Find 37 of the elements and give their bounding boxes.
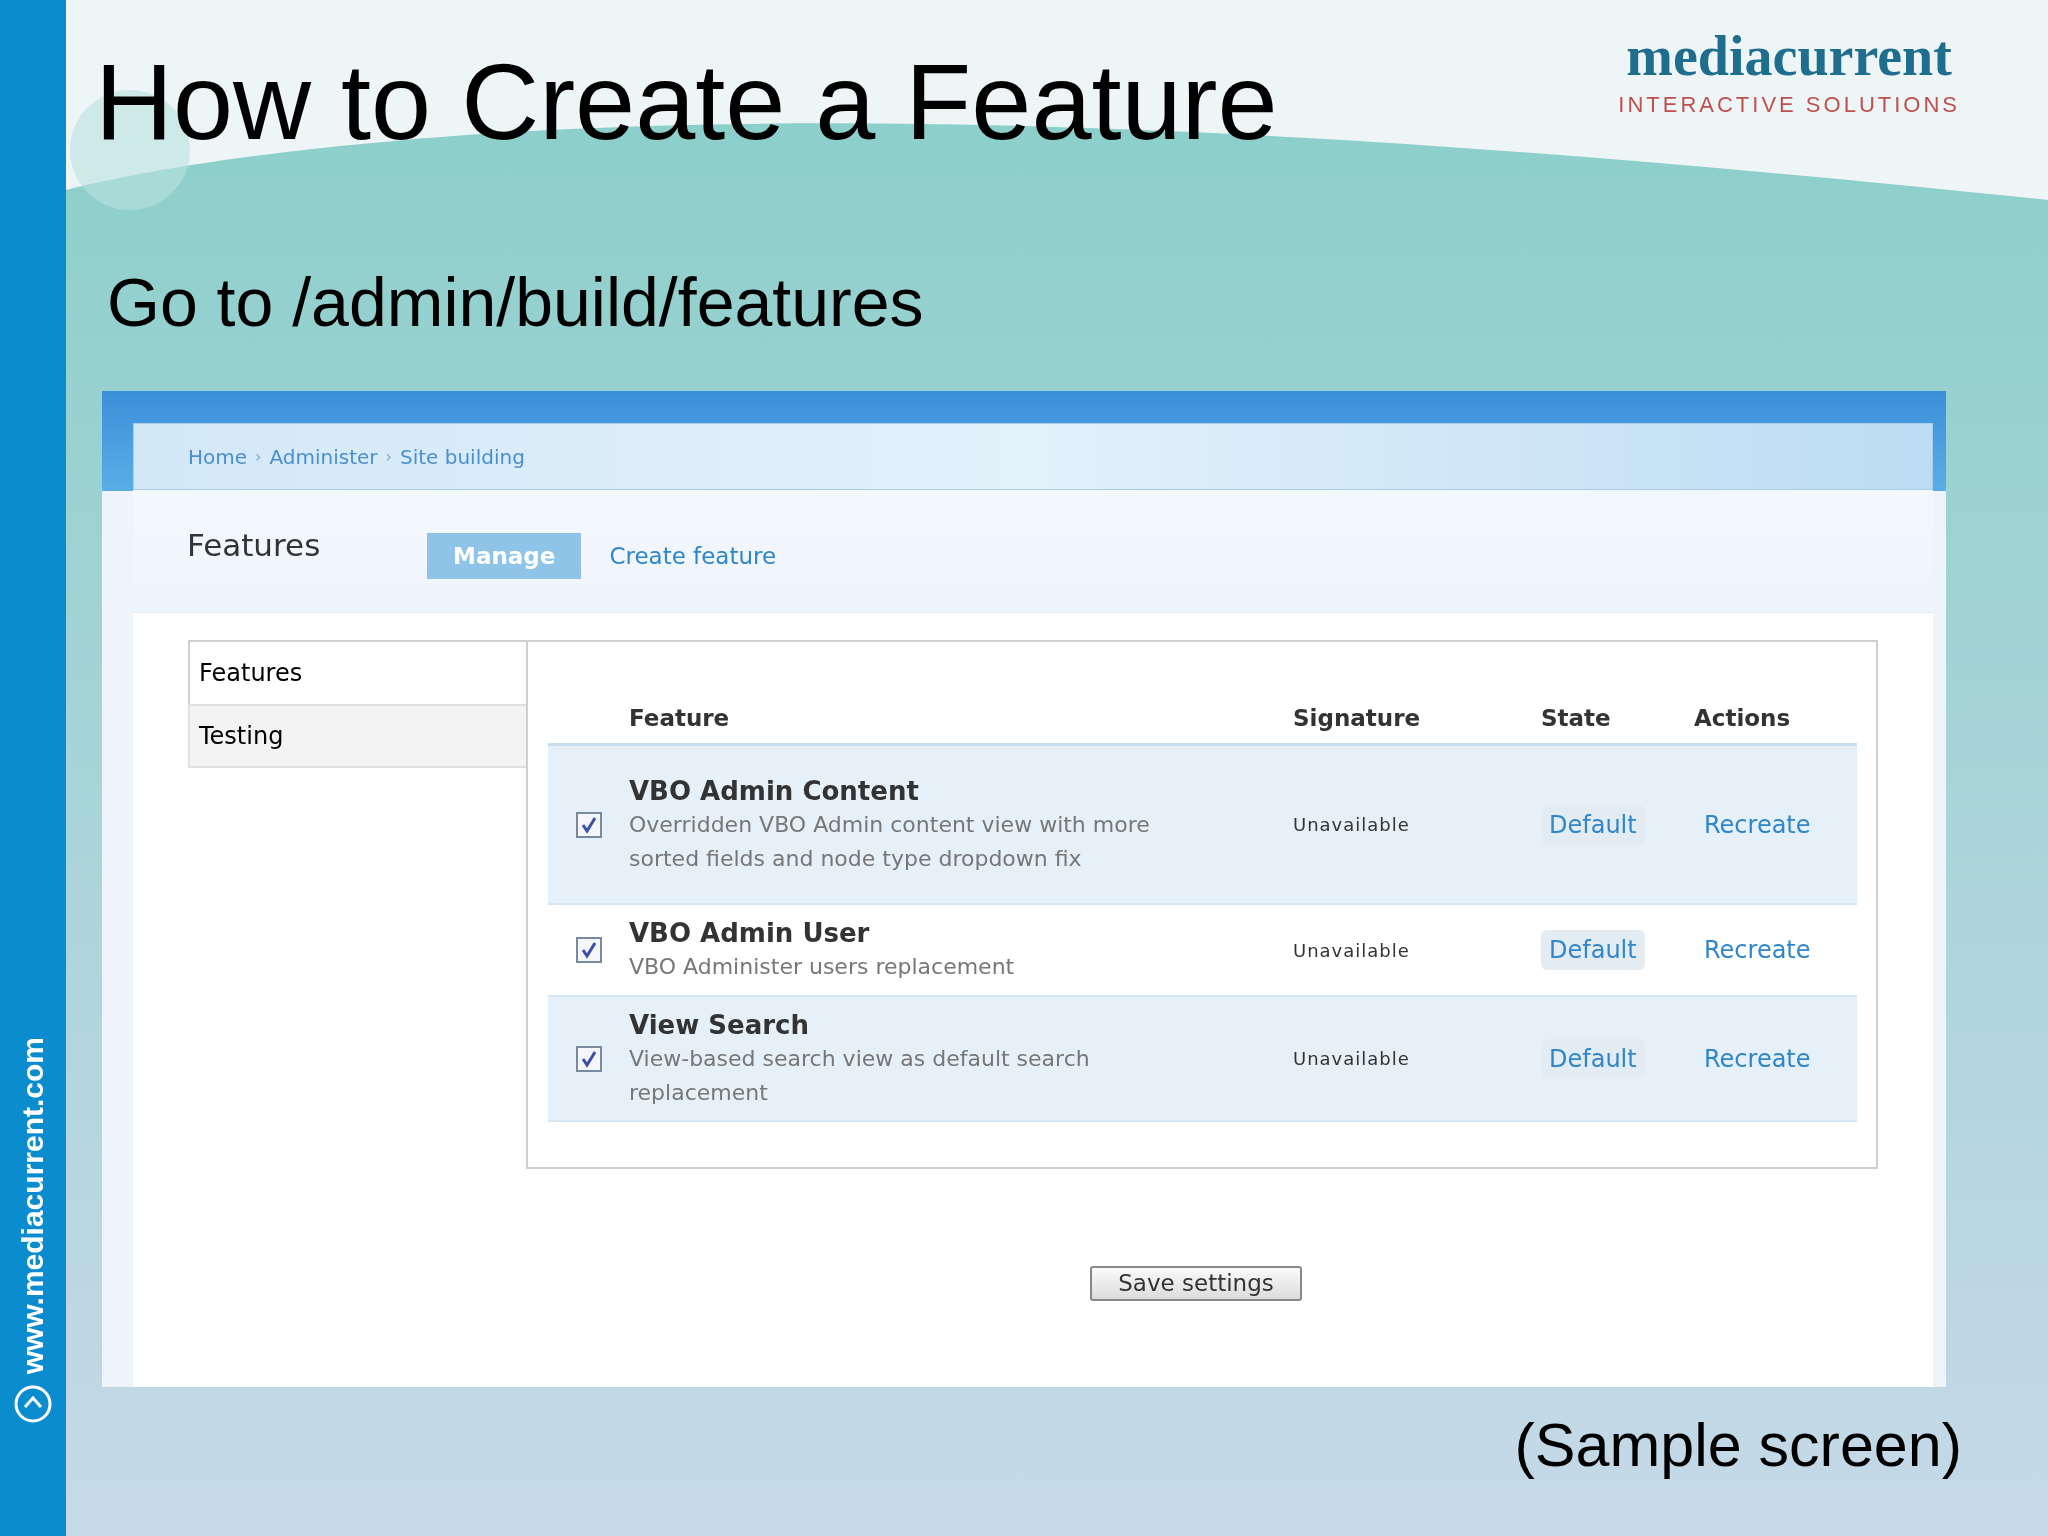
breadcrumb-link[interactable]: Home — [188, 441, 248, 472]
recreate-link[interactable]: Recreate — [1704, 1040, 1811, 1077]
signature-text: Unavailable — [1293, 938, 1411, 963]
column-header: Signature — [1293, 704, 1422, 734]
state-link[interactable]: Default — [1541, 930, 1645, 970]
save-button[interactable]: Save settings — [1090, 1266, 1302, 1301]
feature-name: VBO Admin User — [629, 917, 871, 950]
feature-name: View Search — [629, 1008, 810, 1042]
recreate-link[interactable]: Recreate — [1704, 806, 1811, 843]
tab[interactable]: Manage — [427, 533, 582, 579]
signature-text: Unavailable — [1293, 1047, 1411, 1071]
checkbox[interactable] — [575, 811, 602, 838]
column-header: Actions — [1694, 704, 1791, 734]
logo: mediacurrent INTERACTIVE SOLUTIONS — [1618, 28, 1960, 116]
feature-description: VBO Administer users replacement — [629, 953, 1016, 981]
vertical-tab[interactable]: Testing — [188, 704, 526, 768]
column-header: Feature — [629, 704, 731, 734]
breadcrumb-separator: › — [255, 445, 262, 468]
tab[interactable]: Create feature — [609, 533, 777, 579]
checkbox[interactable] — [575, 1045, 602, 1072]
breadcrumb-link[interactable]: Administer — [269, 441, 378, 472]
checkbox[interactable] — [575, 937, 602, 963]
column-header: State — [1541, 704, 1612, 734]
signature-text: Unavailable — [1293, 813, 1411, 837]
page-title: Features — [187, 525, 322, 565]
state-link[interactable]: Default — [1541, 1038, 1645, 1079]
slide-title: How to Create a Feature — [95, 48, 1278, 156]
breadcrumb-separator: › — [385, 445, 392, 468]
breadcrumb-link[interactable]: Site building — [399, 441, 525, 472]
slide-subtitle: Go to /admin/build/features — [107, 268, 925, 336]
feature-description: Overridden VBO Admin content view with more sorted fields and node type dropdown fix — [629, 810, 1151, 873]
chevron-circle-icon — [13, 1384, 53, 1424]
recreate-link[interactable]: Recreate — [1704, 932, 1811, 968]
feature-description: View-based search view as default search replacement — [629, 1044, 1091, 1107]
side-url: www.mediacurrent.com — [18, 1036, 48, 1374]
state-link[interactable]: Default — [1541, 804, 1645, 845]
feature-name: VBO Admin Content — [629, 774, 920, 808]
